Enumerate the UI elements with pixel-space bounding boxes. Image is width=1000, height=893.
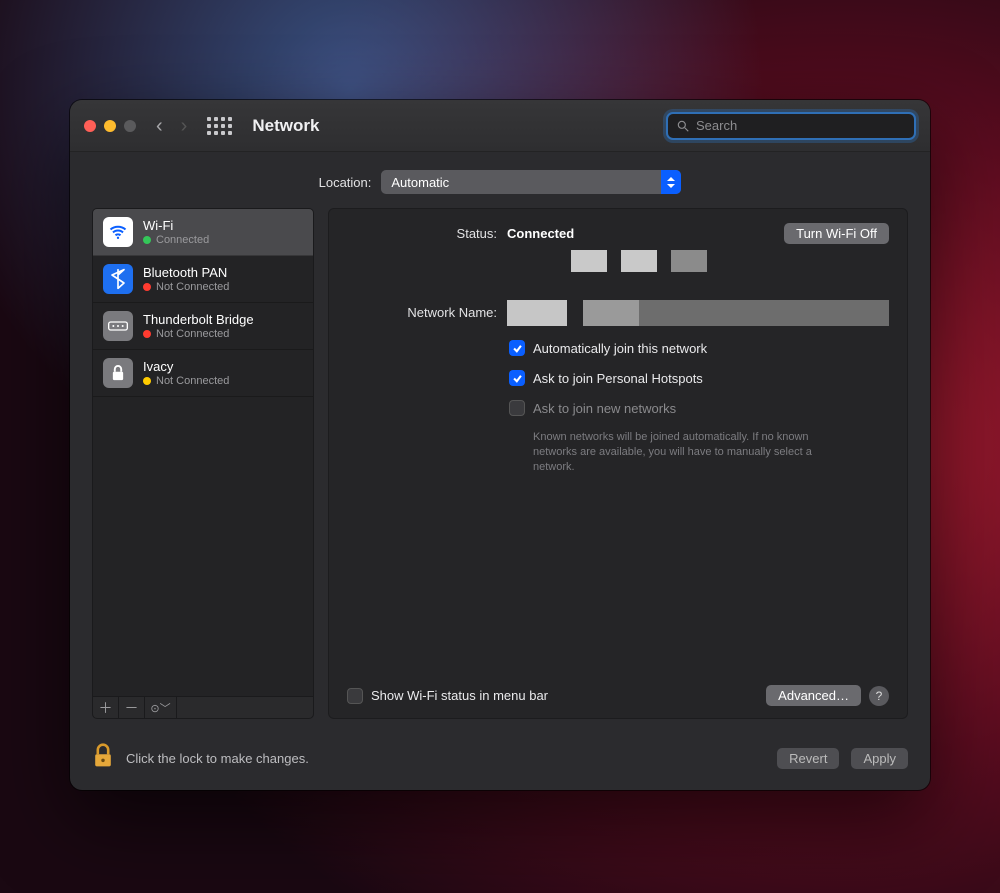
titlebar: ‹ › Network: [70, 100, 930, 152]
zoom-button: [124, 120, 136, 132]
sidebar-item-label: Wi-Fi: [143, 218, 209, 234]
system-preferences-window: ‹ › Network Location: Automatic: [70, 100, 930, 790]
sidebar-item-label: Ivacy: [143, 359, 229, 375]
status-dot-icon: [143, 283, 151, 291]
status-dot-icon: [143, 236, 151, 244]
thunderbolt-icon: [103, 311, 133, 341]
sidebar-item-wifi[interactable]: Wi-Fi Connected: [93, 209, 313, 256]
detail-pane: Status: Connected Turn Wi-Fi Off Network…: [328, 208, 908, 719]
location-select[interactable]: Automatic: [381, 170, 681, 194]
sidebar-item-thunderbolt-bridge[interactable]: Thunderbolt Bridge Not Connected: [93, 303, 313, 350]
auto-join-row[interactable]: Automatically join this network: [509, 340, 889, 356]
show-status-label: Show Wi-Fi status in menu bar: [371, 688, 548, 703]
network-name-label: Network Name:: [347, 300, 497, 320]
forward-button: ›: [181, 116, 188, 136]
interface-actions-menu[interactable]: ⊙﹀: [145, 697, 177, 718]
status-dot-icon: [143, 330, 151, 338]
redacted-block: [583, 300, 639, 326]
checkbox-off-icon[interactable]: [347, 688, 363, 704]
ask-hotspot-label: Ask to join Personal Hotspots: [533, 371, 703, 386]
checkbox-off-icon[interactable]: [509, 400, 525, 416]
nav-arrows: ‹ ›: [156, 116, 187, 136]
checkbox-on-icon[interactable]: [509, 340, 525, 356]
remove-interface-button[interactable]: －: [119, 697, 145, 718]
bluetooth-icon: [103, 264, 133, 294]
show-all-button[interactable]: [207, 117, 232, 135]
interfaces-sidebar: Wi-Fi Connected Bluetooth PAN Not Connec…: [92, 208, 314, 719]
window-controls: [84, 120, 136, 132]
advanced-button[interactable]: Advanced…: [766, 685, 861, 706]
redacted-block: [507, 300, 567, 326]
status-detail-redacted: [571, 250, 889, 272]
lock-icon: [103, 358, 133, 388]
close-button[interactable]: [84, 120, 96, 132]
interfaces-list: Wi-Fi Connected Bluetooth PAN Not Connec…: [92, 208, 314, 697]
bottom-bar: Click the lock to make changes. Revert A…: [70, 733, 930, 790]
status-label: Status:: [347, 223, 497, 241]
ask-hotspot-row[interactable]: Ask to join Personal Hotspots: [509, 370, 889, 386]
redacted-block: [639, 300, 889, 326]
minimize-button[interactable]: [104, 120, 116, 132]
search-input[interactable]: [696, 118, 906, 133]
location-label: Location:: [319, 175, 372, 190]
search-field[interactable]: [666, 112, 916, 140]
toggle-wifi-button[interactable]: Turn Wi-Fi Off: [784, 223, 889, 244]
status-value: Connected: [507, 226, 574, 241]
lock-text: Click the lock to make changes.: [126, 751, 309, 766]
sidebar-tools: ＋ － ⊙﹀: [92, 697, 314, 719]
add-interface-button[interactable]: ＋: [93, 697, 119, 718]
show-status-row[interactable]: Show Wi-Fi status in menu bar: [347, 688, 548, 704]
help-button[interactable]: ?: [869, 686, 889, 706]
status-dot-icon: [143, 377, 151, 385]
back-button[interactable]: ‹: [156, 116, 163, 136]
wifi-icon: [103, 217, 133, 247]
chevron-up-down-icon: [661, 170, 681, 194]
apply-button[interactable]: Apply: [851, 748, 908, 769]
ask-new-label: Ask to join new networks: [533, 401, 676, 416]
checkbox-on-icon[interactable]: [509, 370, 525, 386]
sidebar-item-ivacy[interactable]: Ivacy Not Connected: [93, 350, 313, 397]
revert-button[interactable]: Revert: [777, 748, 839, 769]
ask-new-row[interactable]: Ask to join new networks: [509, 400, 889, 416]
location-value: Automatic: [391, 175, 449, 190]
location-row: Location: Automatic: [92, 170, 908, 194]
window-title: Network: [252, 116, 319, 136]
network-name-select[interactable]: [507, 300, 889, 326]
auto-join-label: Automatically join this network: [533, 341, 707, 356]
search-icon: [676, 119, 690, 133]
sidebar-item-label: Thunderbolt Bridge: [143, 312, 254, 328]
ask-new-help-text: Known networks will be joined automatica…: [533, 430, 833, 475]
sidebar-item-bluetooth-pan[interactable]: Bluetooth PAN Not Connected: [93, 256, 313, 303]
pane-body: Location: Automatic Wi-Fi Connected: [70, 152, 930, 733]
sidebar-item-label: Bluetooth PAN: [143, 265, 229, 281]
lock-icon[interactable]: [92, 743, 114, 774]
